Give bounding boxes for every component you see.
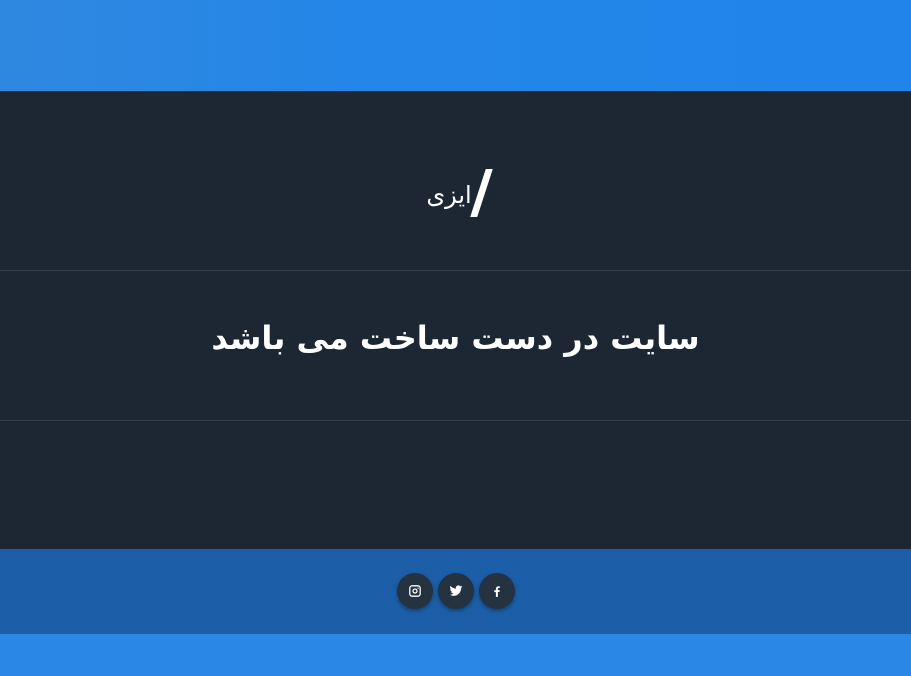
divider-top bbox=[0, 270, 911, 271]
page: ایزی سایت در دست ساخت می باشد bbox=[0, 0, 911, 676]
facebook-icon bbox=[493, 586, 500, 597]
social-links bbox=[0, 573, 911, 609]
divider-bottom bbox=[0, 420, 911, 421]
logo-slash-mark bbox=[469, 169, 493, 217]
page-headline: سایت در دست ساخت می باشد bbox=[211, 319, 700, 357]
logo-text: ایزی bbox=[426, 181, 472, 209]
twitter-icon bbox=[449, 585, 462, 596]
site-logo[interactable]: ایزی bbox=[0, 169, 911, 217]
facebook-button[interactable] bbox=[478, 573, 515, 609]
instagram-button[interactable] bbox=[396, 573, 433, 609]
bottom-background-band bbox=[0, 634, 911, 676]
main-panel: ایزی سایت در دست ساخت می باشد bbox=[0, 91, 911, 549]
instagram-icon bbox=[408, 585, 421, 597]
twitter-button[interactable] bbox=[437, 573, 474, 609]
top-background-band bbox=[0, 0, 911, 91]
